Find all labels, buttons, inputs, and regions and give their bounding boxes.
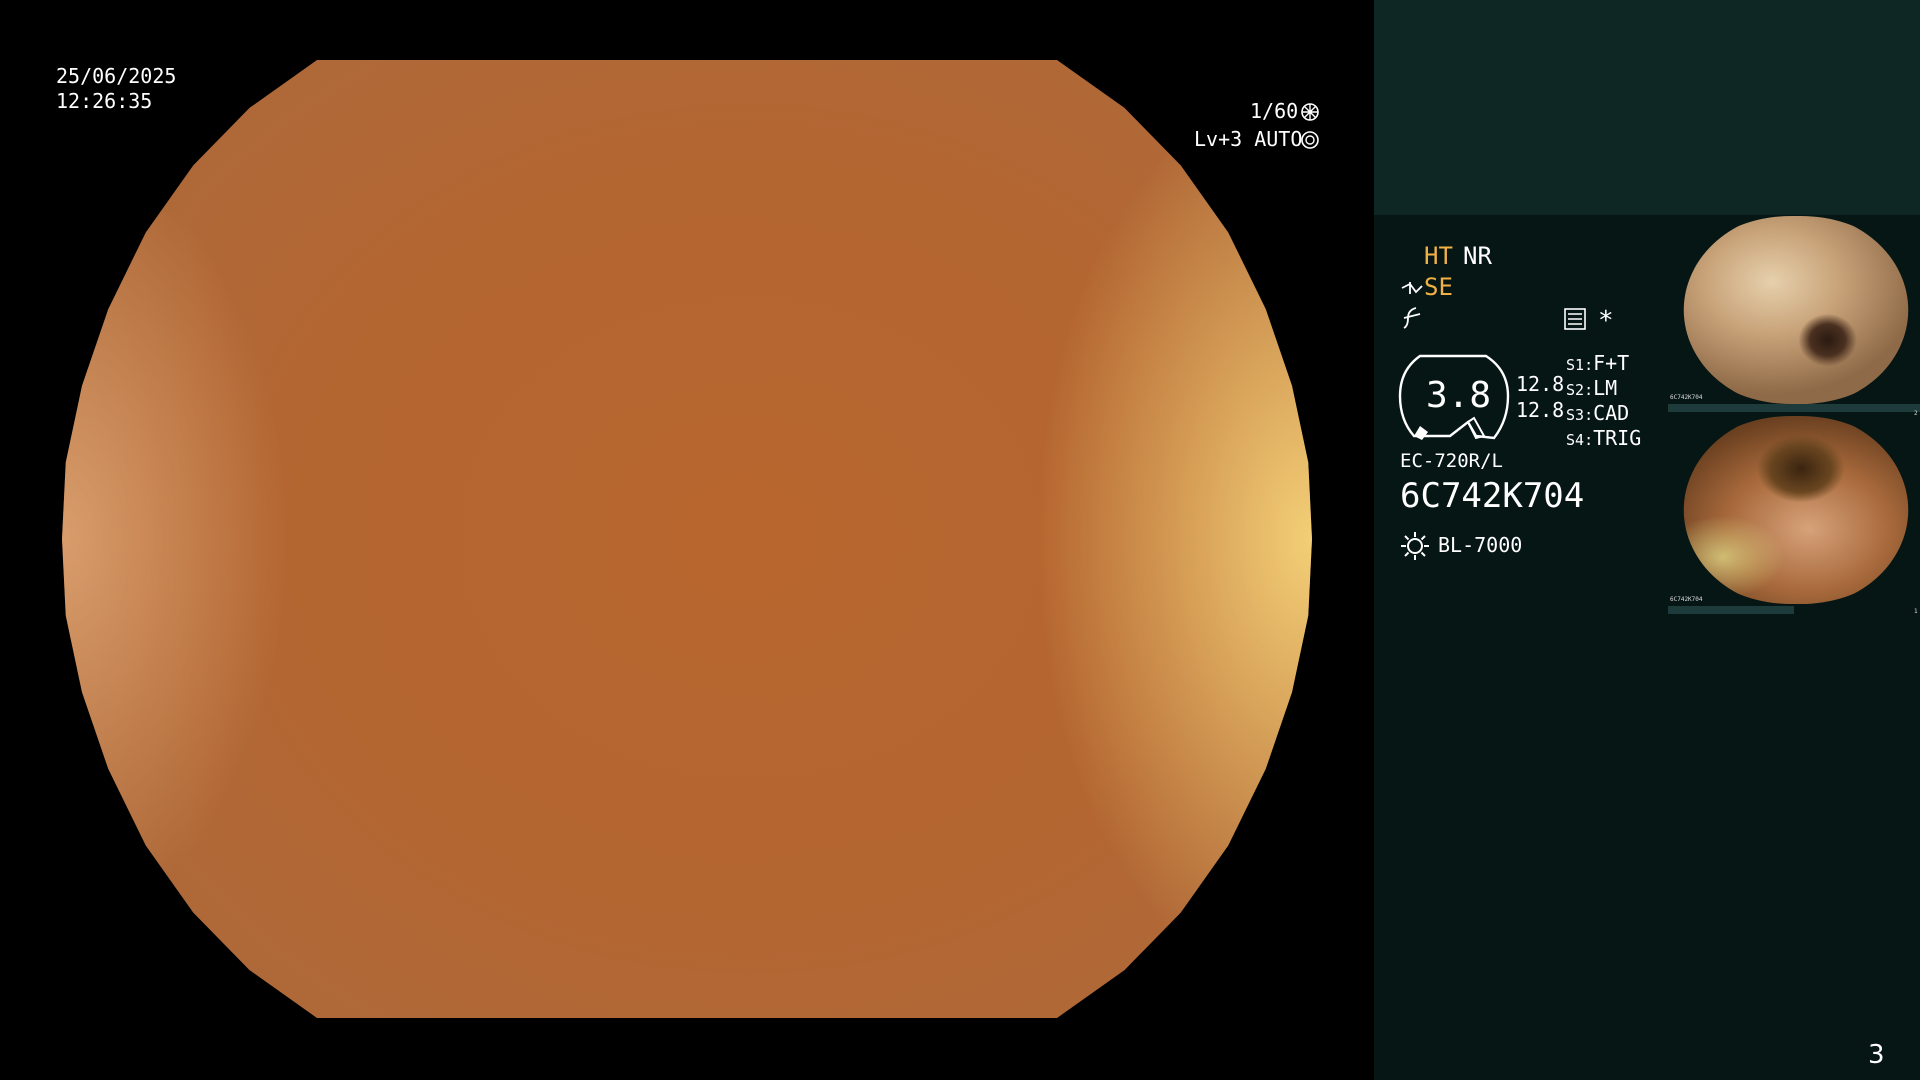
page-number: 3: [1868, 1040, 1885, 1070]
iris-icon: [1300, 130, 1320, 154]
enhancement-icon: [1402, 306, 1422, 334]
iris-mode: Lv+3 AUTO: [1194, 127, 1303, 151]
switch-row-3: S3:CAD: [1566, 401, 1630, 425]
thumbnail-2-serial: 6C742K704: [1670, 596, 1703, 603]
switch-row-2: S2:LM: [1566, 376, 1618, 400]
switch-row-1: S1:F+T: [1566, 351, 1630, 375]
pressure-value: 3.8: [1426, 375, 1492, 416]
asterisk-icon: *: [1598, 306, 1614, 336]
ht-indicator: HT: [1424, 242, 1453, 270]
shutter-icon: [1300, 102, 1320, 126]
scope-model: EC-720R/L: [1400, 450, 1503, 472]
thumbnail-1-bar: [1668, 404, 1920, 412]
date-readout: 25/06/2025: [56, 64, 177, 88]
time-readout: 12:26:35: [56, 89, 153, 113]
switch-row-4: S4:TRIG: [1566, 426, 1642, 450]
thumbnail-2-index: 1: [1914, 608, 1918, 615]
thumbnail-1-serial: 6C742K704: [1670, 394, 1703, 401]
shutter-speed: 1/60: [1250, 99, 1299, 123]
thumbnail-1-index: 2: [1914, 410, 1918, 417]
light-source-icon: [1400, 531, 1430, 565]
se-indicator: SE: [1424, 273, 1453, 301]
panel-header-area: [1374, 0, 1920, 215]
upper-value: 12.8: [1516, 372, 1565, 396]
menu-icon: [1564, 308, 1586, 334]
lower-value: 12.8: [1516, 398, 1565, 422]
contrast-icon: [1400, 278, 1424, 302]
endoscope-live-view: [62, 60, 1312, 1018]
nr-indicator: NR: [1463, 242, 1492, 270]
thumbnail-2-bar: [1668, 606, 1794, 614]
light-source-model: BL-7000: [1438, 533, 1523, 557]
scope-serial: 6C742K704: [1400, 476, 1585, 516]
